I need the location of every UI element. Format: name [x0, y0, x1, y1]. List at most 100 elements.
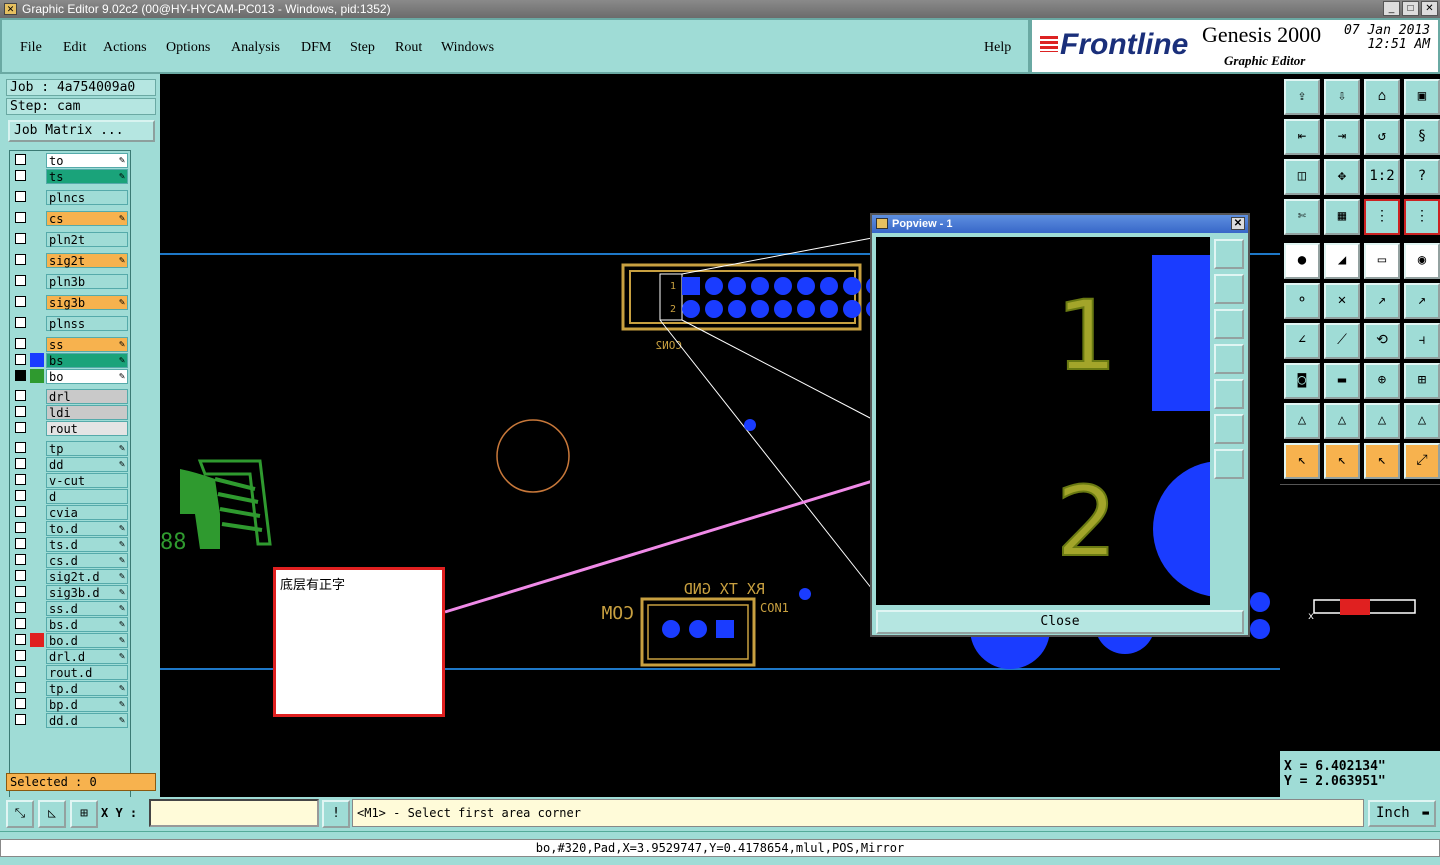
layer-row-ldi[interactable]: ldi	[10, 405, 130, 420]
minimap[interactable]: x	[1280, 484, 1440, 749]
layer-checkbox[interactable]	[15, 296, 26, 307]
layer-name[interactable]: tp ✎	[46, 441, 128, 456]
layer-row-v-cut[interactable]: v-cut	[10, 473, 130, 488]
select-icon[interactable]: ↖	[1284, 443, 1320, 479]
layer-checkbox[interactable]	[15, 682, 26, 693]
layer-row-ss[interactable]: ss ✎	[10, 337, 130, 352]
layer-checkbox[interactable]	[15, 586, 26, 597]
arc-icon[interactable]: ⟲	[1364, 323, 1400, 359]
popview-close-button[interactable]: Close	[876, 610, 1244, 634]
layer-row-cvia[interactable]: cvia	[10, 505, 130, 520]
layer-name[interactable]: dd.d ✎	[46, 713, 128, 728]
triangle-icon[interactable]: △	[1284, 403, 1320, 439]
layer-row-tp.d[interactable]: tp.d ✎	[10, 681, 130, 696]
layer-row-pln2t[interactable]: pln2t	[10, 232, 130, 247]
layer-row-ts.d[interactable]: ts.d ✎	[10, 537, 130, 552]
layer-name[interactable]: ldi	[46, 405, 128, 420]
layer-row-drl.d[interactable]: drl.d ✎	[10, 649, 130, 664]
layer-name[interactable]: bs.d ✎	[46, 617, 128, 632]
layer-name[interactable]: sig2t ✎	[46, 253, 128, 268]
layer-row-sig3b[interactable]: sig3b ✎	[10, 295, 130, 310]
layer-row-sig2t.d[interactable]: sig2t.d ✎	[10, 569, 130, 584]
layer-checkbox[interactable]	[15, 422, 26, 433]
popview-pan-up-button[interactable]	[1214, 274, 1244, 304]
layer-checkbox[interactable]	[15, 538, 26, 549]
layer-name[interactable]: ss.d ✎	[46, 601, 128, 616]
layer-name[interactable]: drl.d ✎	[46, 649, 128, 664]
layer-checkbox[interactable]	[15, 714, 26, 725]
layer-checkbox[interactable]	[15, 650, 26, 661]
layer-name[interactable]: bo.d ✎	[46, 633, 128, 648]
open-job-icon[interactable]: ⇪	[1284, 79, 1320, 115]
layer-name[interactable]: rout	[46, 421, 128, 436]
layer-name[interactable]: rout.d	[46, 665, 128, 680]
layer-checkbox[interactable]	[15, 474, 26, 485]
move-icon[interactable]: ↗	[1364, 283, 1400, 319]
minimize-button[interactable]: _	[1383, 1, 1400, 16]
layer-row-to.d[interactable]: to.d ✎	[10, 521, 130, 536]
layer-row-ss.d[interactable]: ss.d ✎	[10, 601, 130, 616]
zoom-fit-icon[interactable]: ◫	[1284, 159, 1320, 195]
save-icon[interactable]: ⇩	[1324, 79, 1360, 115]
triangle2-icon[interactable]: △	[1324, 403, 1360, 439]
layer-name[interactable]: ts ✎	[46, 169, 128, 184]
close-window-button[interactable]: ✕	[1421, 1, 1438, 16]
snap-grid-icon[interactable]: ⊞	[70, 800, 98, 828]
menu-options[interactable]: Options	[166, 40, 210, 56]
window-split-icon[interactable]: ▣	[1404, 79, 1440, 115]
layer-row-tp[interactable]: tp ✎	[10, 441, 130, 456]
layer-checkbox[interactable]	[15, 618, 26, 629]
layer-checkbox[interactable]	[15, 666, 26, 677]
popview-canvas[interactable]: 1 2	[876, 237, 1210, 605]
xy-input[interactable]	[149, 799, 319, 827]
layer-row-dd.d[interactable]: dd.d ✎	[10, 713, 130, 728]
layer-name[interactable]: cs.d ✎	[46, 553, 128, 568]
layer-name[interactable]: pln3b	[46, 274, 128, 289]
resize-icon[interactable]: ◙	[1284, 363, 1320, 399]
layer-checkbox[interactable]	[15, 698, 26, 709]
layer-checkbox[interactable]	[15, 554, 26, 565]
layer-row-sig3b.d[interactable]: sig3b.d ✎	[10, 585, 130, 600]
select-lasso-icon[interactable]: ↖	[1364, 443, 1400, 479]
snap-red2-icon[interactable]: ⋮	[1404, 199, 1440, 235]
layer-row-rout[interactable]: rout	[10, 421, 130, 436]
layer-row-rout.d[interactable]: rout.d	[10, 665, 130, 680]
pan-right-icon[interactable]: ⇥	[1324, 119, 1360, 155]
triangle4-icon[interactable]: △	[1404, 403, 1440, 439]
pan-left-icon[interactable]: ⇤	[1284, 119, 1320, 155]
layer-checkbox[interactable]	[15, 354, 26, 365]
layer-row-to[interactable]: to ✎	[10, 153, 130, 168]
add-pad-icon[interactable]: ●	[1284, 243, 1320, 279]
home-icon[interactable]: ⌂	[1364, 79, 1400, 115]
zoom-area-icon[interactable]: ⤡	[6, 800, 34, 828]
connect-icon[interactable]: ⚬	[1284, 283, 1320, 319]
menu-step[interactable]: Step	[350, 40, 375, 56]
select-box-icon[interactable]: ↖	[1324, 443, 1360, 479]
redraw-icon[interactable]: §	[1404, 119, 1440, 155]
scale-1to2-icon[interactable]: 1:2	[1364, 159, 1400, 195]
popview-pan-right-button[interactable]	[1214, 379, 1244, 409]
layer-checkbox[interactable]	[15, 442, 26, 453]
measure-icon[interactable]: ◺	[38, 800, 66, 828]
stretch-icon[interactable]: ▬	[1324, 363, 1360, 399]
layer-row-plnss[interactable]: plnss	[10, 316, 130, 331]
layer-row-ts[interactable]: ts ✎	[10, 169, 130, 184]
menu-windows[interactable]: Windows	[441, 40, 494, 56]
copy-icon[interactable]: ↗	[1404, 283, 1440, 319]
menu-edit[interactable]: Edit	[63, 40, 86, 56]
unit-selector[interactable]: Inch ▬	[1368, 800, 1436, 827]
layer-checkbox[interactable]	[15, 570, 26, 581]
layer-name[interactable]: cs ✎	[46, 211, 128, 226]
maximize-button[interactable]: □	[1402, 1, 1419, 16]
layer-name[interactable]: tp.d ✎	[46, 681, 128, 696]
layer-checkbox[interactable]	[15, 170, 26, 181]
help-icon[interactable]: ?	[1404, 159, 1440, 195]
layer-checkbox[interactable]	[15, 390, 26, 401]
job-matrix-button[interactable]: Job Matrix ...	[8, 120, 155, 142]
layer-name[interactable]: pln2t	[46, 232, 128, 247]
layer-name[interactable]: plncs	[46, 190, 128, 205]
layer-name[interactable]: plnss	[46, 316, 128, 331]
layer-checkbox[interactable]	[15, 370, 26, 381]
info-icon[interactable]: !	[322, 800, 350, 828]
popview-zoom-in-button[interactable]	[1214, 414, 1244, 444]
